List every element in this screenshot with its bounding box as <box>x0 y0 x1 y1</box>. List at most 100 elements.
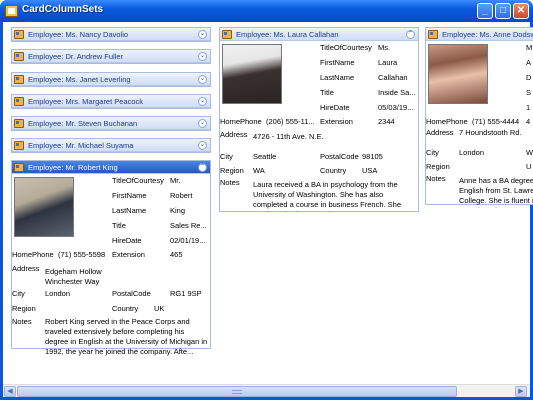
employee-icon <box>14 30 24 39</box>
value-country: USA <box>362 166 378 175</box>
value-last-name: King <box>170 206 186 215</box>
value-hire-date: 05/03/19... <box>378 103 414 112</box>
collapse-chevron-icon[interactable]: ⌃ <box>198 163 207 172</box>
label-address: Address <box>12 264 40 273</box>
label-notes: Notes <box>220 178 240 187</box>
card-header-text: Employee: Ms. Janet Leverling <box>28 75 131 84</box>
value-extension: 4 <box>526 117 531 126</box>
card-header-text: Employee: Mr. Steven Buchanan <box>28 119 138 128</box>
label-city: City <box>12 289 25 298</box>
card-margaret-peacock[interactable]: Employee: Mrs. Margaret Peacock ⌄ <box>11 94 211 109</box>
value-notes: Laura received a BA in psychology from t… <box>253 180 401 212</box>
label-postal-code: PostalCode <box>112 289 151 298</box>
expand-chevron-icon[interactable]: ⌄ <box>198 141 207 150</box>
label-title: Title <box>112 221 126 230</box>
label-country: Country <box>320 166 347 175</box>
app-icon <box>5 5 18 17</box>
label-region: Region <box>426 162 450 171</box>
employee-icon <box>428 30 438 39</box>
maximize-button[interactable]: □ <box>495 3 511 19</box>
card-header-text: Employee: Mr. Michael Suyama <box>28 141 134 150</box>
card-nancy-davolio[interactable]: Employee: Ms. Nancy Davolio ⌄ <box>11 27 211 42</box>
label-title-of-courtesy: TitleOfCourtesy <box>112 176 164 185</box>
label-home-phone: HomePhone <box>426 117 468 126</box>
title-bar[interactable]: CardColumnSets _ □ ✕ <box>0 0 533 22</box>
value-title-of-courtesy: M <box>526 43 533 52</box>
value-country: UK <box>154 304 165 313</box>
employee-photo <box>14 177 74 237</box>
value-notes: Robert King served in the Peace Corps an… <box>45 317 208 356</box>
card-steven-buchanan[interactable]: Employee: Mr. Steven Buchanan ⌄ <box>11 116 211 131</box>
employee-photo <box>222 44 282 104</box>
value-home-phone: (206) 555-11... <box>266 117 315 126</box>
label-notes: Notes <box>426 174 446 183</box>
value-postal-code: RG1 9SP <box>170 289 202 298</box>
card-header-text: Employee: Ms. Anne Dodsworth <box>442 30 533 39</box>
card-janet-leverling[interactable]: Employee: Ms. Janet Leverling ⌄ <box>11 72 211 87</box>
value-title: S <box>526 88 532 97</box>
value-home-phone: (71) 555-4444 <box>472 117 520 126</box>
employee-icon <box>14 75 24 84</box>
value-extension: 2344 <box>378 117 395 126</box>
value-notes: Anne has a BA degree in English from St.… <box>459 176 533 208</box>
value-title: Inside Sa... <box>378 88 416 97</box>
label-extension: Extension <box>320 117 353 126</box>
scrollbar-thumb[interactable] <box>17 386 457 397</box>
employee-icon <box>14 52 24 61</box>
card-header-text: Employee: Dr. Andrew Fuller <box>28 52 124 61</box>
expand-chevron-icon[interactable]: ⌄ <box>198 30 207 39</box>
label-home-phone: HomePhone <box>220 117 262 126</box>
label-city: City <box>220 152 233 161</box>
employee-icon <box>14 141 24 150</box>
employee-photo <box>428 44 488 104</box>
value-city: London <box>45 289 71 298</box>
value-address: Edgeham Hollow Winchester Way <box>45 267 102 286</box>
scroll-left-arrow-icon[interactable]: ◀ <box>4 386 16 397</box>
employee-icon <box>14 163 24 172</box>
close-button[interactable]: ✕ <box>513 3 529 19</box>
card-header-text: Employee: Ms. Nancy Davolio <box>28 30 129 39</box>
value-title: Sales Re... <box>170 221 207 230</box>
label-last-name: LastName <box>320 73 355 82</box>
label-home-phone: HomePhone <box>12 250 54 259</box>
label-first-name: FirstName <box>320 58 355 67</box>
label-region: Region <box>12 304 36 313</box>
card-michael-suyama[interactable]: Employee: Mr. Michael Suyama ⌄ <box>11 138 211 153</box>
window-title: CardColumnSets <box>22 4 104 15</box>
expand-chevron-icon[interactable]: ⌄ <box>198 97 207 106</box>
expand-chevron-icon[interactable]: ⌄ <box>198 75 207 84</box>
collapse-chevron-icon[interactable]: ⌃ <box>406 30 415 39</box>
label-first-name: FirstName <box>112 191 147 200</box>
card-anne-dodsworth[interactable]: Employee: Ms. Anne Dodsworth M A D S 1 H… <box>425 27 533 208</box>
scroll-right-arrow-icon[interactable]: ▶ <box>515 386 527 397</box>
value-title-of-courtesy: Ms. <box>378 43 391 52</box>
expand-chevron-icon[interactable]: ⌄ <box>198 119 207 128</box>
employee-icon <box>222 30 232 39</box>
value-address: 4726 - 11th Ave. N.E. <box>253 132 324 141</box>
label-notes: Notes <box>12 317 32 326</box>
minimize-button[interactable]: _ <box>477 3 493 19</box>
value-region: WA <box>253 166 265 175</box>
value-home-phone: (71) 555-5598 <box>58 250 106 259</box>
card-robert-king[interactable]: Employee: Mr. Robert King ⌃ TitleOfCourte… <box>11 160 211 356</box>
card-view: Employee: Ms. Nancy Davolio ⌄ Employee: D… <box>3 22 533 397</box>
value-first-name: Laura <box>378 58 398 67</box>
value-last-name: D <box>526 73 532 82</box>
grip-icon <box>232 390 242 394</box>
expand-chevron-icon[interactable]: ⌄ <box>198 52 207 61</box>
label-address: Address <box>220 130 248 139</box>
label-last-name: LastName <box>112 206 147 215</box>
label-title-of-courtesy: TitleOfCourtesy <box>320 43 372 52</box>
card-header-text: Employee: Ms. Laura Callahan <box>236 30 339 39</box>
card-andrew-fuller[interactable]: Employee: Dr. Andrew Fuller ⌄ <box>11 49 211 64</box>
horizontal-scrollbar[interactable]: ◀ ▶ <box>3 384 530 397</box>
window: CardColumnSets _ □ ✕ Employee: Ms. Nancy… <box>0 0 533 400</box>
value-country: U <box>526 162 532 171</box>
label-hire-date: HireDate <box>320 103 350 112</box>
card-laura-callahan[interactable]: Employee: Ms. Laura Callahan ⌃ TitleOfCou… <box>219 27 419 212</box>
label-extension: Extension <box>112 250 145 259</box>
value-address: 7 Houndstooth Rd. <box>459 128 522 137</box>
value-first-name: Robert <box>170 191 193 200</box>
value-postal-code: W <box>526 148 533 157</box>
label-city: City <box>426 148 439 157</box>
